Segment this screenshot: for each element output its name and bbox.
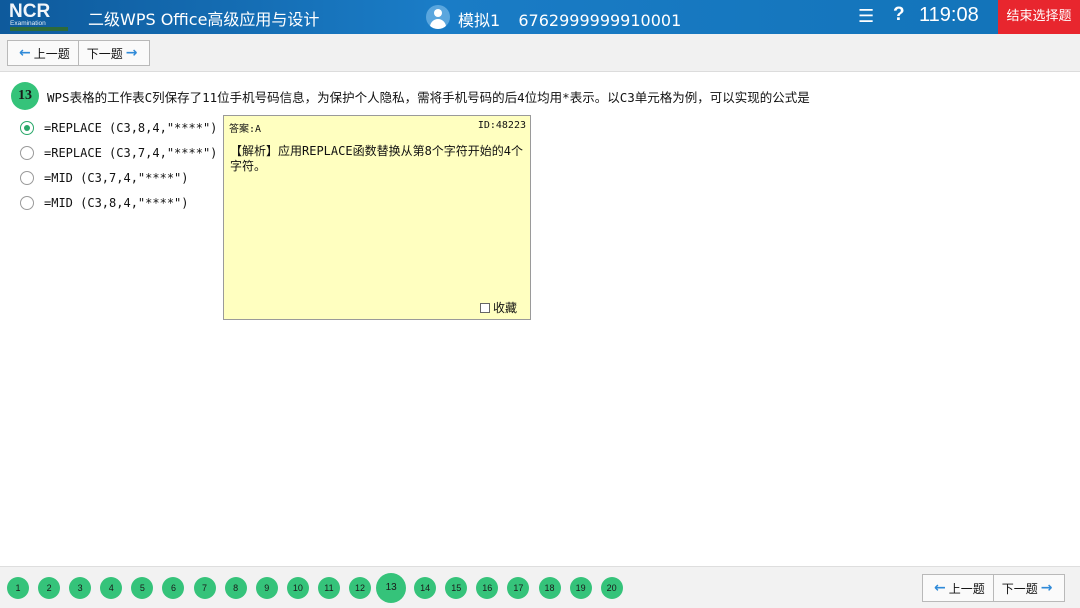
exam-info: 模拟1 6762999999910001 bbox=[458, 7, 681, 31]
toolbar: ← 上一题 下一题 → bbox=[0, 34, 1080, 72]
user-icon bbox=[426, 5, 450, 29]
favorite-toggle[interactable]: 收藏 bbox=[479, 299, 517, 316]
answer-label: 答案:A bbox=[229, 124, 262, 135]
page-dot-6[interactable]: 6 bbox=[162, 577, 185, 599]
candidate-id: 6762999999910001 bbox=[518, 11, 682, 30]
option-c[interactable]: =MID (C3,7,4,"****") bbox=[20, 171, 189, 185]
page-dot-3[interactable]: 3 bbox=[69, 577, 92, 599]
arrow-right-icon: → bbox=[1040, 580, 1053, 596]
arrow-left-icon: ← bbox=[19, 45, 31, 61]
page-dot-20[interactable]: 20 bbox=[600, 577, 623, 599]
page-dot-16[interactable]: 16 bbox=[476, 577, 499, 599]
page-dot-14[interactable]: 14 bbox=[414, 577, 437, 599]
top-bar: NCR Examination 二级WPS Office高级应用与设计 模拟1 … bbox=[0, 0, 1080, 34]
next-label: 下一题 bbox=[1001, 581, 1038, 596]
end-choice-button[interactable]: 结束选择题 bbox=[998, 0, 1080, 34]
top-nav-group: ← 上一题 下一题 → bbox=[7, 40, 150, 66]
page-dot-15[interactable]: 15 bbox=[445, 577, 468, 599]
page-dot-12[interactable]: 12 bbox=[349, 577, 372, 599]
ncr-logo: NCR Examination bbox=[6, 1, 68, 32]
radio-option-b[interactable] bbox=[20, 146, 34, 160]
page-dot-4[interactable]: 4 bbox=[100, 577, 123, 599]
question-text: WPS表格的工作表C列保存了11位手机号码信息，为保护个人隐私，需将手机号码的后… bbox=[47, 90, 810, 105]
page-dot-10[interactable]: 10 bbox=[286, 577, 309, 599]
question-pager: 1 2 3 4 5 6 7 8 9 10 11 12 13 14 15 16 17 18 19 20 bbox=[7, 573, 632, 603]
page-dot-9[interactable]: 9 bbox=[255, 577, 278, 599]
question-id: ID:48223 bbox=[477, 120, 526, 131]
option-text: =MID (C3,7,4,"****") bbox=[44, 171, 189, 185]
page-dot-19[interactable]: 19 bbox=[569, 577, 592, 599]
list-icon[interactable]: ☰ bbox=[858, 6, 874, 27]
bottom-nav-group: ← 上一题 下一题 → bbox=[922, 574, 1065, 602]
page-dot-2[interactable]: 2 bbox=[38, 577, 61, 599]
page-dot-11[interactable]: 11 bbox=[317, 577, 340, 599]
help-icon[interactable]: ? bbox=[893, 4, 905, 26]
prev-question-button[interactable]: ← 上一题 bbox=[8, 41, 78, 65]
app-title: 二级WPS Office高级应用与设计 bbox=[88, 10, 320, 29]
next-question-button[interactable]: 下一题 → bbox=[77, 41, 149, 65]
answer-analysis: 【解析】应用REPLACE函数替换从第8个字符开始的4个字符。 bbox=[230, 144, 524, 173]
arrow-left-icon: ← bbox=[934, 580, 946, 596]
page-dot-7[interactable]: 7 bbox=[193, 577, 216, 599]
next-label: 下一题 bbox=[86, 46, 123, 61]
logo-strip bbox=[10, 27, 68, 31]
bottom-bar: 1 2 3 4 5 6 7 8 9 10 11 12 13 14 15 16 17 18 19 20 ← 上一题 下一… bbox=[0, 566, 1080, 608]
bottom-next-button[interactable]: 下一题 → bbox=[992, 575, 1064, 601]
page-dot-18[interactable]: 18 bbox=[538, 577, 561, 599]
logo-subtext: Examination bbox=[10, 20, 46, 27]
question-number: 13 bbox=[11, 82, 39, 110]
option-text: =REPLACE (C3,7,4,"****") bbox=[44, 146, 218, 160]
option-text: =REPLACE (C3,8,4,"****") bbox=[44, 121, 218, 135]
favorite-label: 收藏 bbox=[492, 301, 517, 315]
option-b[interactable]: =REPLACE (C3,7,4,"****") bbox=[20, 146, 217, 160]
exam-name: 模拟1 bbox=[458, 11, 501, 30]
answer-panel: 答案:A ID:48223 【解析】应用REPLACE函数替换从第8个字符开始的… bbox=[223, 115, 531, 320]
prev-label: 上一题 bbox=[948, 581, 985, 596]
radio-option-c[interactable] bbox=[20, 171, 34, 185]
arrow-right-icon: → bbox=[125, 45, 138, 61]
radio-option-a[interactable] bbox=[20, 121, 34, 135]
page-dot-8[interactable]: 8 bbox=[224, 577, 247, 599]
page-dot-5[interactable]: 5 bbox=[131, 577, 154, 599]
favorite-checkbox[interactable] bbox=[479, 302, 490, 313]
prev-label: 上一题 bbox=[33, 46, 70, 61]
option-text: =MID (C3,8,4,"****") bbox=[44, 196, 189, 210]
countdown-timer: 119:08 bbox=[919, 4, 979, 26]
bottom-prev-button[interactable]: ← 上一题 bbox=[923, 575, 993, 601]
page-dot-13[interactable]: 13 bbox=[376, 573, 407, 603]
radio-option-d[interactable] bbox=[20, 196, 34, 210]
page-dot-17[interactable]: 17 bbox=[507, 577, 530, 599]
option-d[interactable]: =MID (C3,8,4,"****") bbox=[20, 196, 189, 210]
page-dot-1[interactable]: 1 bbox=[7, 577, 29, 599]
option-a[interactable]: =REPLACE (C3,8,4,"****") bbox=[20, 121, 217, 135]
